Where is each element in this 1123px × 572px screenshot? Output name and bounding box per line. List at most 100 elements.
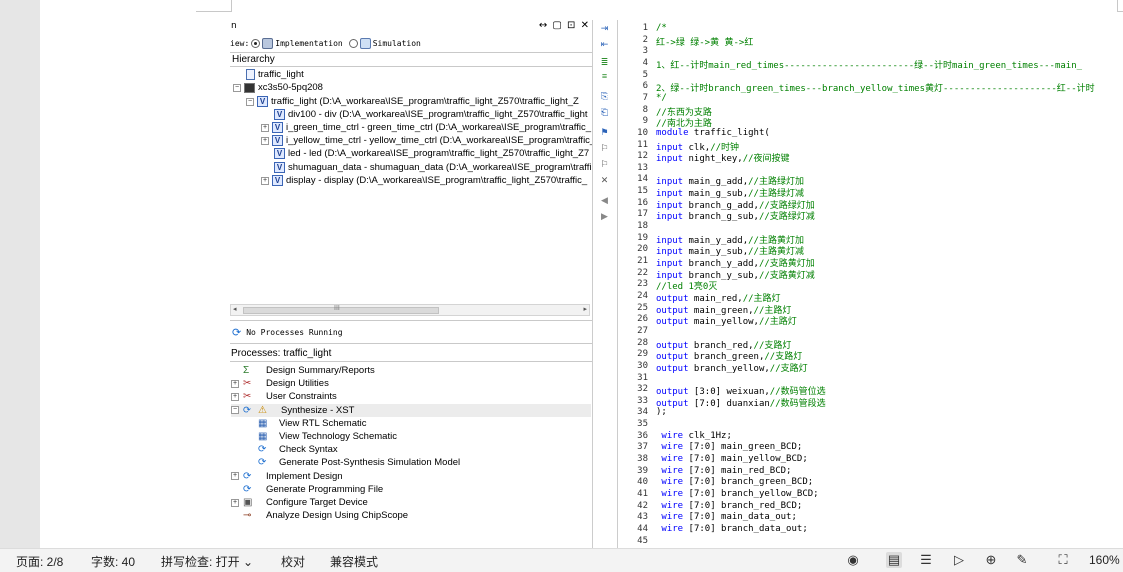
- insert-template-icon[interactable]: ⎘: [598, 90, 611, 103]
- code-line[interactable]: wire [7:0] branch_data_out;: [656, 524, 807, 534]
- page-view-icon[interactable]: ▤: [886, 552, 902, 568]
- code-line[interactable]: 红->绿 绿->黄 黄->红: [656, 35, 753, 48]
- language-template-icon[interactable]: ⎗: [598, 106, 611, 119]
- schematic-icon: ▦: [258, 431, 268, 442]
- expand-icon[interactable]: +: [261, 176, 269, 185]
- forward-icon[interactable]: ▶: [598, 210, 611, 223]
- hierarchy-item[interactable]: Vled - led (D:\A_workarea\ISE_program\tr…: [274, 147, 589, 160]
- back-icon[interactable]: ◀: [598, 194, 611, 207]
- play-icon[interactable]: ▷: [951, 552, 967, 568]
- code-line[interactable]: input branch_g_sub,//支路绿灯减: [656, 209, 815, 222]
- process-item[interactable]: + ✂ Design Utilities: [231, 377, 329, 390]
- process-status: ⟳ No Processes Running: [232, 326, 343, 339]
- hierarchy-item[interactable]: traffic_light: [246, 68, 304, 81]
- code-line[interactable]: 1、红--计时main_red_times-------------------…: [656, 58, 1082, 71]
- hierarchy-item[interactable]: Vshumaguan_data - shumaguan_data (D:\A_w…: [274, 161, 591, 174]
- code-line[interactable]: output main_yellow,//主路灯: [656, 314, 797, 327]
- code-line[interactable]: 2、绿--计时branch_green_times---branch_yello…: [656, 81, 1095, 94]
- code-line[interactable]: wire [7:0] main_green_BCD;: [656, 442, 802, 452]
- line-number: 29: [637, 349, 648, 360]
- code-line[interactable]: output branch_yellow,//支路灯: [656, 361, 808, 374]
- code-line[interactable]: wire clk_1Hz;: [656, 431, 731, 441]
- process-item-label: Design Utilities: [266, 378, 329, 390]
- hierarchy-item[interactable]: − Vtraffic_light (D:\A_workarea\ISE_progr…: [246, 95, 579, 108]
- line-number: 16: [637, 197, 648, 208]
- hierarchy-item[interactable]: + Vdisplay - display (D:\A_workarea\ISE_p…: [261, 174, 587, 187]
- line-number: 42: [637, 500, 648, 511]
- bookmark-clear-icon[interactable]: ✕: [598, 174, 611, 187]
- code-line[interactable]: */: [656, 93, 667, 103]
- eye-icon[interactable]: ◉: [845, 552, 861, 568]
- process-item[interactable]: + ⟳ Implement Design: [231, 470, 343, 483]
- zoom-level[interactable]: 160%: [1089, 553, 1120, 567]
- editor-toolbar: ⇥ ⇤ ≣ ≡ ⎘ ⎗ ⚑ ⚐ ⚐ ✕ ◀ ▶: [592, 20, 618, 548]
- simulation-radio[interactable]: [348, 38, 358, 48]
- code-line[interactable]: );: [656, 407, 667, 417]
- scroll-right-arrow-icon[interactable]: ▸: [583, 305, 587, 313]
- word-count[interactable]: 字数: 40: [91, 553, 135, 570]
- expand-icon[interactable]: +: [231, 392, 239, 401]
- process-item[interactable]: + ▣ Configure Target Device: [231, 496, 368, 509]
- page-count[interactable]: 页面: 2/8: [16, 553, 63, 570]
- spellcheck-toggle[interactable]: 拼写检查: 打开 ⌄: [161, 553, 253, 570]
- line-number: 14: [637, 174, 648, 185]
- outdent-icon[interactable]: ⇤: [598, 38, 611, 51]
- bookmark-icon[interactable]: ⚑: [598, 126, 611, 139]
- process-item[interactable]: +ΣDesign Summary/Reports: [231, 364, 375, 377]
- panel-window-controls[interactable]: ↔ ▢ ⊡ ✕: [539, 20, 590, 31]
- process-item-label: View Technology Schematic: [279, 431, 397, 442]
- hierarchy-item[interactable]: + Vi_green_time_ctrl - green_time_ctrl (D…: [261, 121, 591, 134]
- sigma-icon: Σ: [243, 365, 250, 376]
- implementation-radio[interactable]: [251, 38, 261, 48]
- proofread-button[interactable]: 校对: [281, 553, 305, 570]
- hierarchy-horizontal-scrollbar[interactable]: ◂ III ▸: [230, 304, 590, 316]
- process-item[interactable]: ▦ View Technology Schematic: [258, 430, 397, 443]
- code-editor[interactable]: 1 /* 2 红->绿 绿->黄 黄->红 3 4 1、红--计时main_red_time…: [622, 20, 1123, 548]
- code-line[interactable]: input night_key,//夜间按键: [656, 151, 790, 164]
- hierarchy-item[interactable]: + Vi_yellow_time_ctrl - yellow_time_ctrl …: [261, 134, 595, 147]
- page-margin-marker-right: [1117, 0, 1123, 12]
- expand-icon[interactable]: +: [231, 498, 239, 507]
- line-number: 5: [642, 69, 648, 80]
- fit-page-icon[interactable]: ⛶: [1055, 552, 1071, 568]
- process-item[interactable]: + ✂ User Constraints: [231, 390, 337, 403]
- process-item[interactable]: ⟳ Check Syntax: [258, 443, 338, 456]
- process-item[interactable]: +⊸Analyze Design Using ChipScope: [231, 509, 408, 522]
- expand-icon[interactable]: +: [231, 472, 239, 481]
- code-line[interactable]: wire [7:0] main_red_BCD;: [656, 466, 791, 476]
- pen-icon[interactable]: ✎: [1014, 552, 1030, 568]
- collapse-icon[interactable]: −: [246, 97, 254, 106]
- web-view-icon[interactable]: ⊕: [983, 552, 999, 568]
- process-item[interactable]: +⟳Generate Programming File: [231, 483, 383, 496]
- hierarchy-item[interactable]: − xc3s50-5pq208: [233, 81, 323, 94]
- code-line[interactable]: wire [7:0] main_yellow_BCD;: [656, 454, 807, 464]
- scroll-thumb[interactable]: III: [243, 305, 439, 314]
- comment-icon[interactable]: ≣: [598, 56, 611, 69]
- hierarchy-item[interactable]: Vdiv100 - div (D:\A_workarea\ISE_program…: [274, 108, 588, 121]
- process-item-label: Implement Design: [266, 470, 343, 482]
- code-line[interactable]: wire [7:0] branch_red_BCD;: [656, 501, 802, 511]
- bookmark-prev-icon[interactable]: ⚐: [598, 158, 611, 171]
- expand-icon[interactable]: +: [261, 136, 269, 145]
- code-line[interactable]: /*: [656, 23, 667, 33]
- collapse-icon[interactable]: −: [233, 83, 241, 92]
- outline-view-icon[interactable]: ☰: [918, 552, 934, 568]
- code-line[interactable]: wire [7:0] main_data_out;: [656, 512, 796, 522]
- process-item[interactable]: ⟳ Generate Post-Synthesis Simulation Mode…: [258, 456, 460, 469]
- code-line[interactable]: wire [7:0] branch_green_BCD;: [656, 477, 813, 487]
- collapse-icon[interactable]: −: [231, 406, 239, 415]
- code-line[interactable]: wire [7:0] branch_yellow_BCD;: [656, 489, 818, 499]
- process-item[interactable]: ▦ View RTL Schematic: [258, 417, 366, 430]
- verilog-icon: V: [272, 135, 283, 146]
- indent-icon[interactable]: ⇥: [598, 22, 611, 35]
- expand-icon[interactable]: +: [261, 123, 269, 132]
- scroll-left-arrow-icon[interactable]: ◂: [233, 305, 237, 313]
- process-item[interactable]: − ⟳ ⚠ Synthesize - XST: [231, 403, 591, 417]
- processes-label: Processes: traffic_light: [231, 348, 332, 359]
- code-line[interactable]: output [7:0] duanxian//数码管段选: [656, 396, 826, 409]
- uncomment-icon[interactable]: ≡: [598, 70, 611, 83]
- hierarchy-item-label: shumaguan_data - shumaguan_data (D:\A_wo…: [288, 162, 592, 173]
- bookmark-next-icon[interactable]: ⚐: [598, 142, 611, 155]
- code-line[interactable]: module traffic_light(: [656, 128, 770, 138]
- expand-icon[interactable]: +: [231, 379, 239, 388]
